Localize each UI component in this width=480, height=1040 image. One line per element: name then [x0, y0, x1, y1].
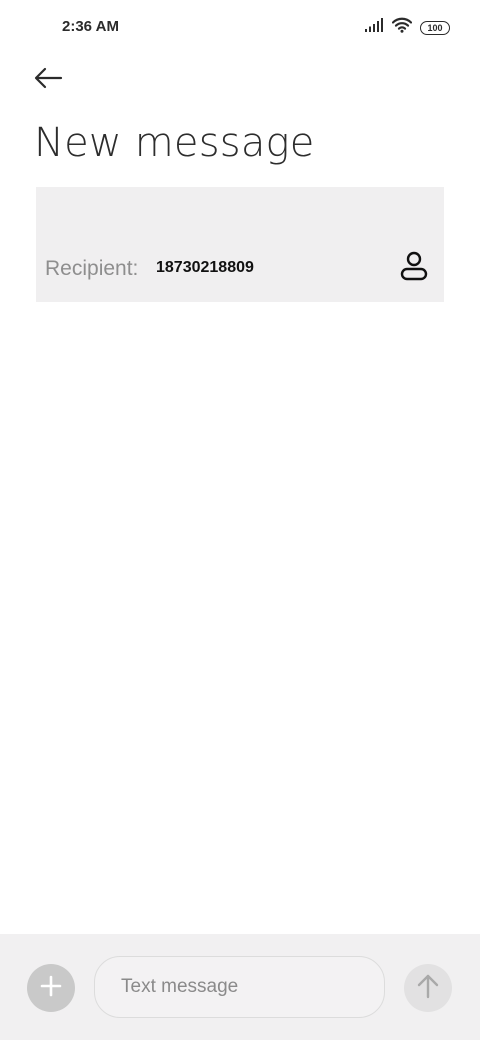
attach-button[interactable]	[27, 964, 75, 1012]
back-button[interactable]	[30, 64, 66, 96]
battery-level: 100	[427, 22, 443, 33]
battery-icon: 100	[420, 20, 450, 35]
signal-icon	[364, 18, 384, 37]
contact-picker-button[interactable]	[398, 251, 430, 285]
plus-icon	[40, 975, 62, 1002]
status-icons: 100	[364, 17, 450, 38]
recipient-label: Recipient:	[45, 257, 139, 280]
recipient-value[interactable]: 18730218809	[156, 259, 254, 277]
recipient-panel[interactable]: Recipient: 18730218809	[36, 187, 444, 302]
person-icon	[400, 251, 428, 286]
wifi-icon	[391, 17, 413, 38]
status-bar: 2:36 AM 100	[0, 0, 480, 56]
send-button[interactable]	[404, 964, 452, 1012]
page-title: New message	[34, 120, 315, 166]
message-input[interactable]	[94, 956, 385, 1018]
arrow-left-icon	[33, 67, 63, 94]
arrow-up-icon	[416, 973, 440, 1004]
status-time: 2:36 AM	[62, 18, 119, 35]
compose-bar	[0, 934, 480, 1040]
